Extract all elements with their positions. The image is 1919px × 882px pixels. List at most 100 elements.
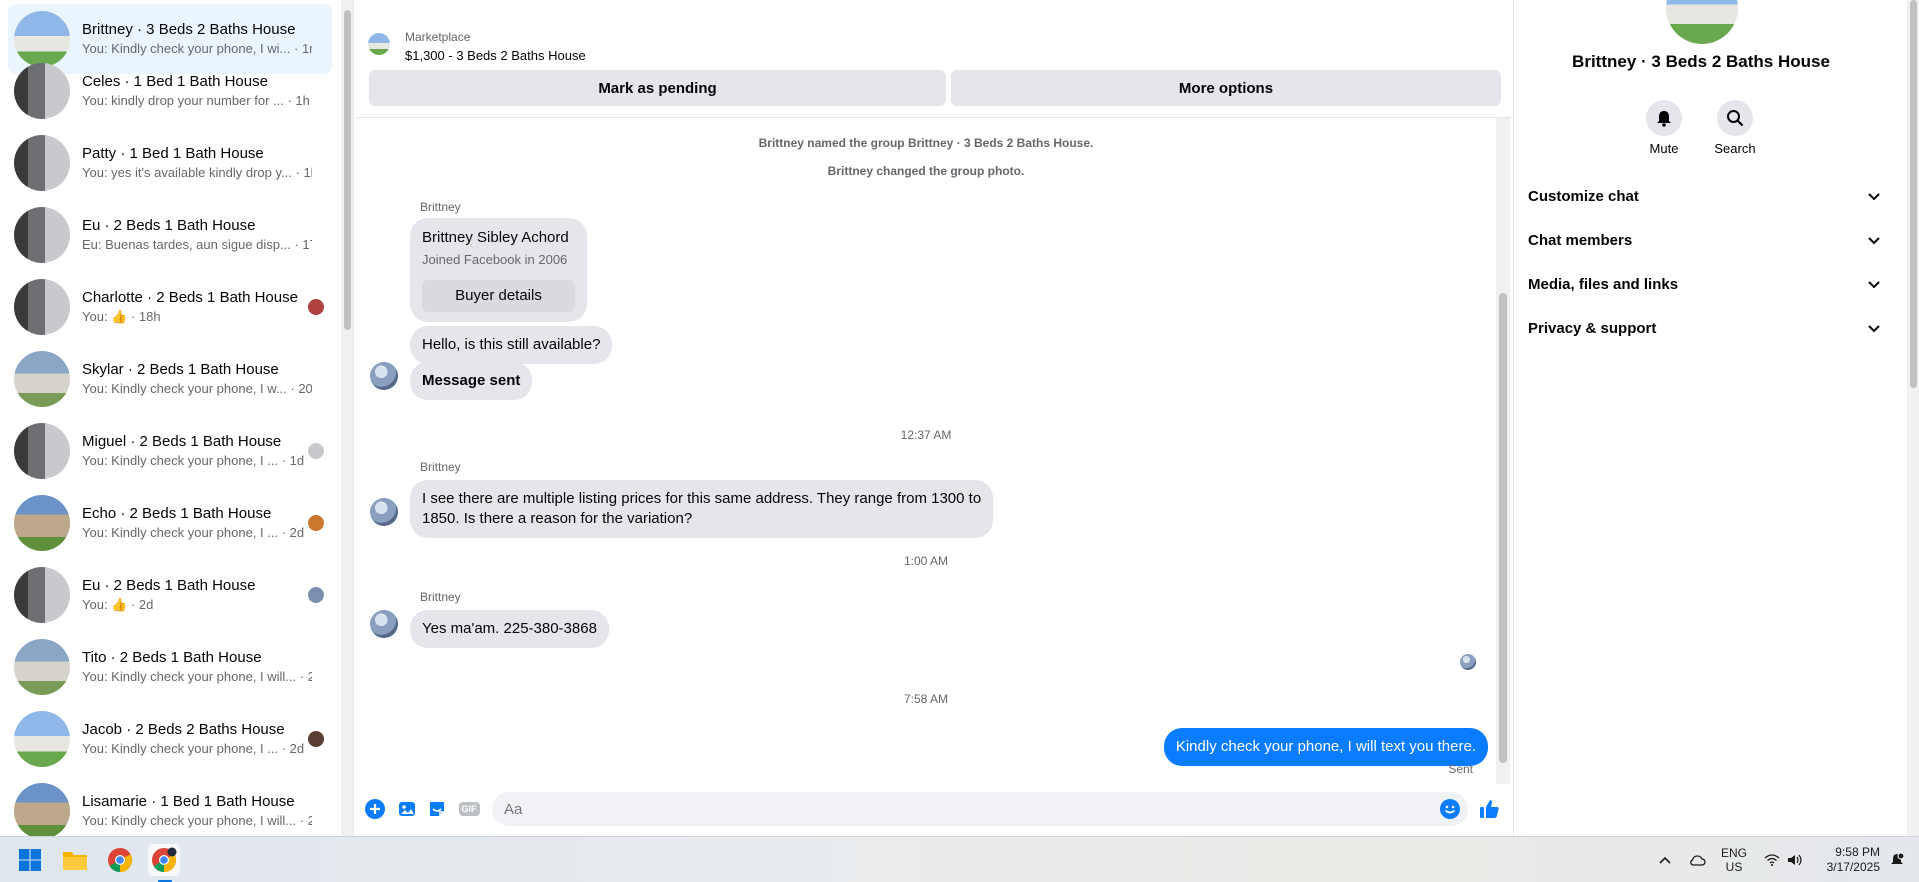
system-message: Brittney changed the group photo. [827,164,1025,178]
conversation-item[interactable]: Eu · 2 Beds 1 Bath House Eu: Buenas tard… [8,200,332,270]
sender-name: Brittney [420,590,461,604]
group-title: Brittney · 3 Beds 2 Baths House [1572,52,1830,71]
composer: GIF [356,790,1513,830]
conversation-title: Skylar · 2 Beds 1 Bath House [82,361,279,378]
conversation-avatar [14,639,70,695]
conversation-item[interactable]: Tito · 2 Beds 1 Bath House You: Kindly c… [8,632,332,702]
privacy-support-section[interactable]: Privacy & support [1528,308,1880,348]
conversation-title: Miguel · 2 Beds 1 Bath House [82,433,282,450]
cloud-icon[interactable] [1685,837,1709,882]
conversation-avatar [14,63,70,119]
conversation-title: Echo · 2 Beds 1 Bath House [82,505,272,522]
search-label: Search [1714,141,1756,156]
conversation-item[interactable]: Miguel · 2 Beds 1 Bath House You: Kindly… [8,416,332,486]
listing-thumbnail[interactable] [368,33,390,55]
conversation-list: Brittney · 3 Beds 2 Baths House You: Kin… [0,0,354,836]
conversation-item[interactable]: Charlotte · 2 Beds 1 Bath House You: 👍 ·… [8,272,332,342]
marketplace-label: Marketplace [405,30,471,44]
start-icon[interactable] [14,844,46,876]
message-status: Sent [1448,762,1473,776]
chrome-icon[interactable] [104,844,136,876]
buyer-details-button[interactable]: Buyer details [422,280,575,312]
sender-avatar[interactable] [370,362,398,390]
conversation-snippet: You: Kindly check your phone, I ... [82,453,279,468]
conversation-list-scrollbar[interactable] [341,0,353,836]
conversation-avatar [14,567,70,623]
photo-icon[interactable] [396,798,418,820]
conversation-time: · 18h [130,309,161,324]
page-scrollbar[interactable] [1907,0,1919,836]
conversation-title: Brittney · 3 Beds 2 Baths House [82,21,296,38]
message-input[interactable] [492,792,1468,826]
conversation-item[interactable]: Lisamarie · 1 Bed 1 Bath House You: Kind… [8,776,332,836]
message-bubble[interactable]: Yes ma'am. 225-380-3868 [410,610,609,648]
profile-card-joined: Joined Facebook in 2006 [422,252,568,267]
timestamp: 1:00 AM [903,554,949,568]
conversation-snippet: You: Kindly check your phone, I w... [82,381,287,396]
more-options-button[interactable]: More options [951,70,1501,106]
gif-icon[interactable]: GIF [456,798,482,820]
sticker-icon[interactable] [426,798,448,820]
conversation-item[interactable]: Jacob · 2 Beds 2 Baths House You: Kindly… [8,704,332,774]
message-bubble[interactable]: I see there are multiple listing prices … [410,480,994,538]
chevron-up-icon[interactable] [1654,837,1676,882]
sender-name: Brittney [420,460,461,474]
group-avatar[interactable] [1666,0,1738,44]
volume-icon[interactable] [1785,837,1805,882]
read-receipt-avatar [1460,654,1476,670]
chat-info-panel: Brittney · 3 Beds 2 Baths House Mute Sea… [1513,0,1919,836]
sender-avatar[interactable] [370,610,398,638]
timestamp: 7:58 AM [903,692,949,706]
conversation-item[interactable]: Eu · 2 Beds 1 Bath House You: 👍 · 2d [8,560,332,630]
conversation-item[interactable]: Patty · 1 Bed 1 Bath House You: yes it's… [8,128,332,198]
conversation-avatar [14,207,70,263]
notification-icon[interactable] [1886,837,1908,882]
search-button[interactable] [1717,100,1753,136]
like-icon[interactable] [1478,798,1500,820]
conversation-time: · 2d [299,813,312,828]
mute-button[interactable] [1646,100,1682,136]
conversation-title: Eu · 2 Beds 1 Bath House [82,217,256,234]
chevron-down-icon [1868,232,1880,249]
chat-panel: Marketplace $1,300 - 3 Beds 2 Baths Hous… [356,0,1513,836]
conversation-item[interactable]: Celes · 1 Bed 1 Bath House You: kindly d… [8,56,332,126]
conversation-time: · 1h [287,93,310,108]
media-files-links-section[interactable]: Media, files and links [1528,264,1880,304]
listing-title[interactable]: $1,300 - 3 Beds 2 Baths House [405,48,586,63]
conversation-time: · 1d [281,453,305,468]
clock[interactable]: 9:58 PM 3/17/2025 [1818,837,1880,882]
chat-scrollbar[interactable] [1496,118,1510,784]
conversation-snippet: You: Kindly check your phone, I wi... [82,41,291,56]
wifi-icon[interactable] [1762,837,1782,882]
region-code: US [1725,860,1743,874]
mute-label: Mute [1649,141,1679,156]
message-bubble[interactable]: Message sent [410,362,533,400]
conversation-time: · 2d [281,741,305,756]
conversation-item[interactable]: Skylar · 2 Beds 1 Bath House You: Kindly… [8,344,332,414]
chat-members-section[interactable]: Chat members [1528,220,1880,260]
chrome-profile-icon[interactable] [148,844,180,882]
sender-avatar[interactable] [370,498,398,526]
conversation-snippet: You: Kindly check your phone, I ... [82,741,279,756]
message-bubble[interactable]: Hello, is this still available? [410,326,613,364]
emoji-icon[interactable] [1439,798,1461,820]
customize-chat-section[interactable]: Customize chat [1528,176,1880,216]
outgoing-message-bubble[interactable]: Kindly check your phone, I will text you… [1163,728,1488,766]
add-icon[interactable] [364,798,386,820]
conversation-title: Jacob · 2 Beds 2 Baths House [82,721,285,738]
seen-avatar [308,515,324,531]
conversation-item[interactable]: Echo · 2 Beds 1 Bath House You: Kindly c… [8,488,332,558]
conversation-time: · 2d [130,597,154,612]
chevron-down-icon [1868,320,1880,337]
language-indicator[interactable]: ENG US [1716,837,1752,882]
clock-time: 9:58 PM [1835,845,1880,859]
conversation-snippet: You: 👍 [82,309,128,324]
section-label: Customize chat [1528,187,1639,205]
file-explorer-icon[interactable] [59,844,91,876]
seen-avatar [308,587,324,603]
conversation-avatar [14,423,70,479]
taskbar: ENG US 9:58 PM 3/17/2025 [0,836,1919,882]
profile-card: Brittney Sibley Achord Joined Facebook i… [410,218,587,322]
clock-date: 3/17/2025 [1826,860,1880,874]
mark-as-pending-button[interactable]: Mark as pending [369,70,946,106]
